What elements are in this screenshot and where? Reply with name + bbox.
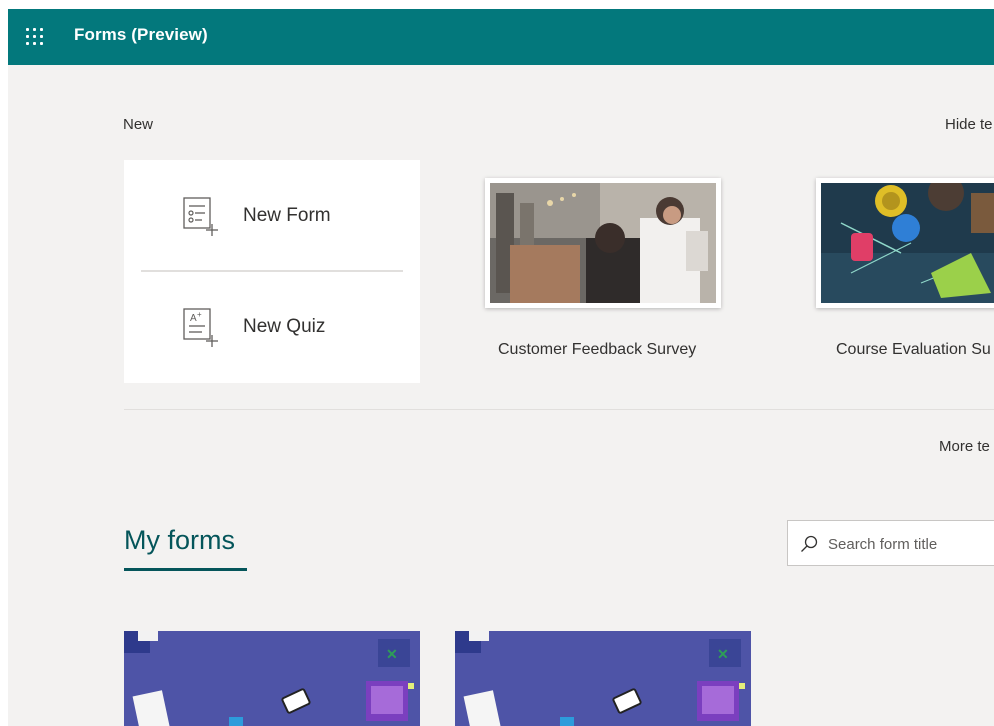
search-icon — [801, 535, 818, 552]
template-label: Course Evaluation Su — [836, 341, 991, 358]
new-form-button[interactable]: New Form — [124, 160, 420, 270]
template-thumbnail — [816, 178, 994, 308]
excel-icon: ✕ — [386, 646, 398, 662]
section-divider — [124, 409, 994, 410]
more-templates-link[interactable]: More te — [939, 438, 990, 455]
new-form-icon — [183, 197, 218, 236]
office-meeting-image — [490, 183, 716, 303]
svg-text:A: A — [190, 313, 197, 324]
search-input[interactable] — [826, 533, 994, 555]
craft-supplies-image — [821, 183, 994, 303]
template-label: Customer Feedback Survey — [498, 341, 697, 358]
search-box — [787, 520, 994, 566]
form-card[interactable]: ✕ — [455, 631, 751, 726]
excel-icon: ✕ — [717, 646, 729, 662]
form-card[interactable]: ✕ — [124, 631, 420, 726]
svg-text:+: + — [197, 310, 202, 319]
tab-underline — [124, 568, 247, 571]
new-card: New Form A + New Quiz — [124, 160, 420, 383]
form-card-illustration: ✕ — [455, 631, 751, 726]
app-title[interactable]: Forms (Preview) — [74, 25, 208, 45]
new-quiz-button[interactable]: A + New Quiz — [124, 272, 420, 382]
hide-templates-link[interactable]: Hide te — [945, 116, 993, 133]
app-launcher-icon[interactable] — [24, 26, 46, 48]
form-card-illustration: ✕ — [124, 631, 420, 726]
new-section-label: New — [123, 116, 154, 133]
template-thumbnail — [485, 178, 721, 308]
new-form-label: New Form — [243, 205, 331, 226]
new-quiz-label: New Quiz — [243, 316, 326, 337]
new-quiz-icon: A + — [183, 308, 218, 347]
tab-my-forms[interactable]: My forms — [124, 525, 235, 556]
top-bar: Forms (Preview) — [8, 9, 994, 65]
forms-app: Forms (Preview) New Hide te New Form A + — [8, 9, 994, 726]
